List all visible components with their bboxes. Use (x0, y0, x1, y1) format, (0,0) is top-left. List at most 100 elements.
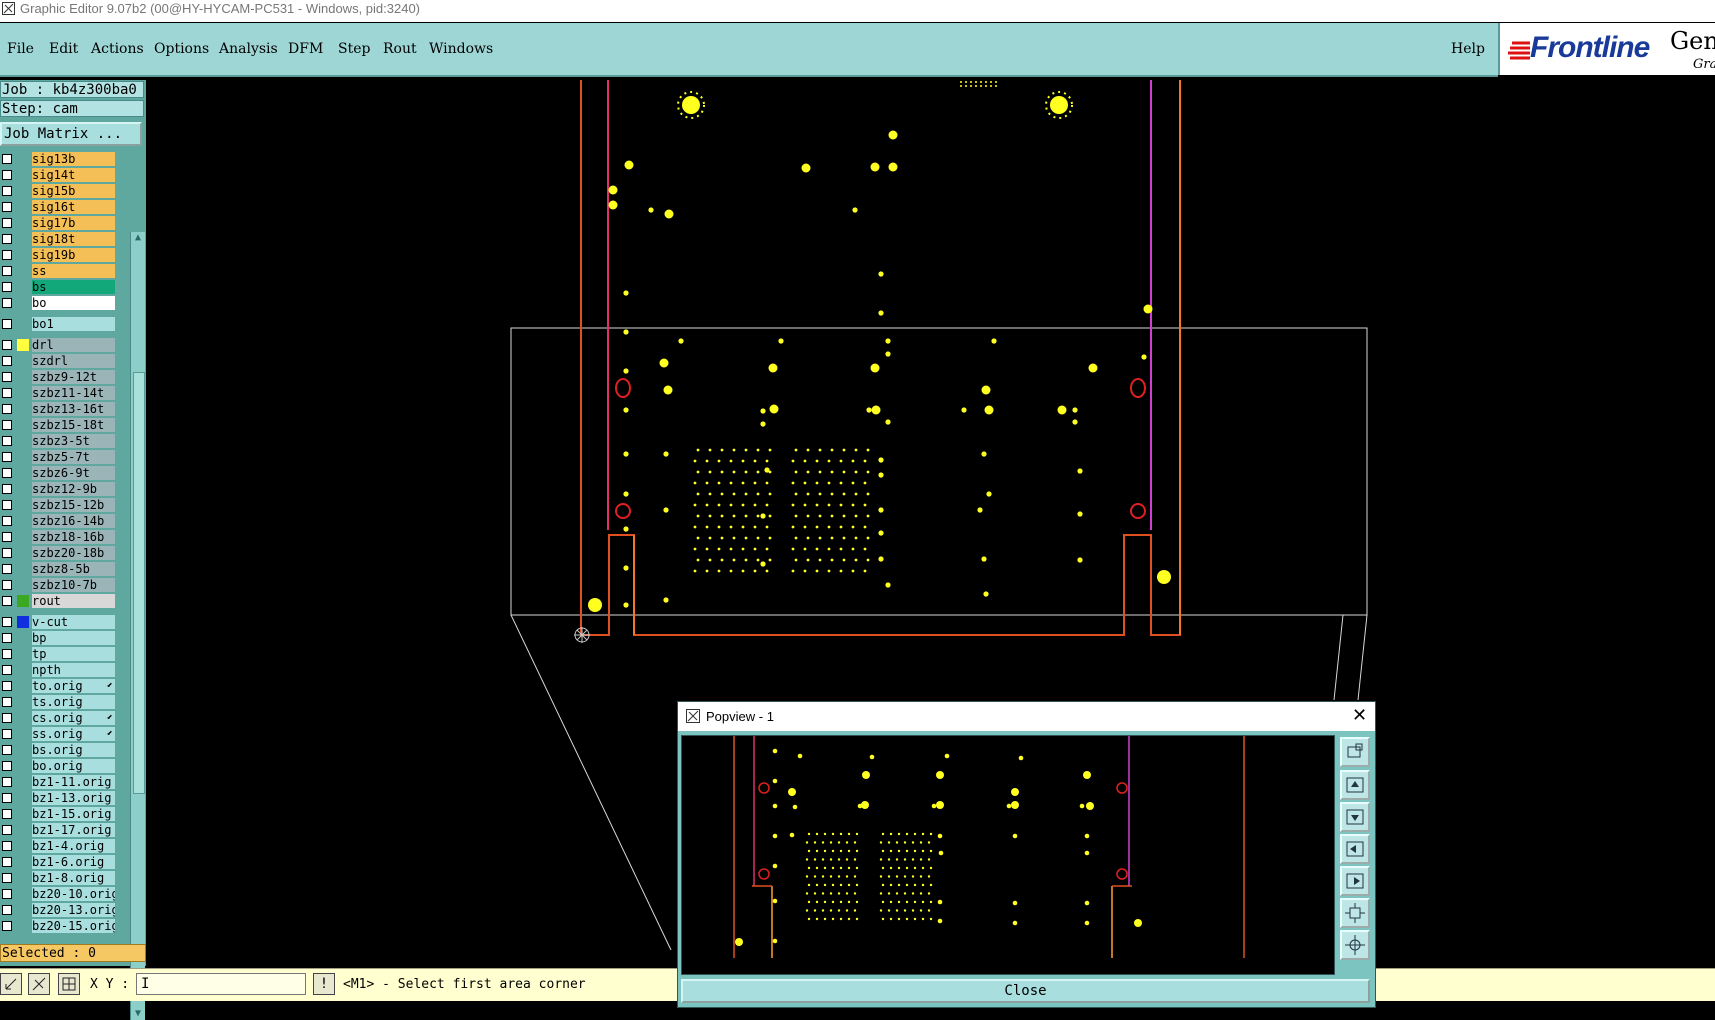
layer-row[interactable]: npth (0, 663, 116, 677)
close-icon[interactable]: ✕ (1352, 705, 1367, 726)
popview-fit-icon[interactable] (1340, 898, 1370, 928)
layer-name[interactable]: sig14t (32, 168, 115, 182)
layer-color-swatch[interactable] (17, 265, 29, 277)
layer-color-swatch[interactable] (17, 856, 29, 868)
layer-checkbox[interactable] (2, 234, 12, 244)
layer-checkbox[interactable] (2, 154, 12, 164)
menu-windows[interactable]: Windows (429, 41, 493, 57)
layer-name[interactable]: szbz5-7t (32, 450, 115, 464)
layer-color-swatch[interactable] (17, 467, 29, 479)
layer-color-swatch[interactable] (17, 888, 29, 900)
layer-color-swatch[interactable] (17, 531, 29, 543)
layer-name[interactable]: sig17b (32, 216, 115, 230)
layer-checkbox[interactable] (2, 356, 12, 366)
layer-color-swatch[interactable] (17, 579, 29, 591)
layer-color-swatch[interactable] (17, 387, 29, 399)
layer-row[interactable]: sig19b (0, 248, 116, 262)
layer-checkbox[interactable] (2, 857, 12, 867)
menu-dfm[interactable]: DFM (288, 41, 323, 57)
layer-checkbox[interactable] (2, 319, 12, 329)
layer-color-swatch[interactable] (17, 712, 29, 724)
layer-row[interactable]: to.orig ⬋ (0, 679, 116, 693)
popview-pan-right-icon[interactable] (1340, 866, 1370, 896)
layer-name[interactable]: szbz13-16t (32, 402, 115, 416)
layer-color-swatch[interactable] (17, 281, 29, 293)
layer-name[interactable]: drl (32, 338, 115, 352)
layer-name[interactable]: szbz10-7b (32, 578, 115, 592)
layer-name[interactable]: ts.orig (32, 695, 115, 709)
layer-row[interactable]: szbz9-12t (0, 370, 116, 384)
menu-help[interactable]: Help (1451, 41, 1485, 57)
layer-color-swatch[interactable] (17, 318, 29, 330)
layer-row[interactable]: szbz6-9t (0, 466, 116, 480)
layer-name[interactable]: bp (32, 631, 115, 645)
layer-checkbox[interactable] (2, 761, 12, 771)
layer-color-swatch[interactable] (17, 153, 29, 165)
layer-color-swatch[interactable] (17, 403, 29, 415)
layer-checkbox[interactable] (2, 298, 12, 308)
layer-color-swatch[interactable] (17, 339, 29, 351)
layer-name[interactable]: szbz9-12t (32, 370, 115, 384)
job-matrix-button[interactable]: Job Matrix ... (0, 122, 142, 146)
layer-name[interactable]: sig16t (32, 200, 115, 214)
layer-name[interactable]: bo.orig (32, 759, 115, 773)
layer-name[interactable]: bo (32, 296, 115, 310)
layer-name[interactable]: bz1-15.orig (32, 807, 115, 821)
layer-checkbox[interactable] (2, 745, 12, 755)
layer-name[interactable]: szbz8-5b (32, 562, 115, 576)
layer-color-swatch[interactable] (17, 680, 29, 692)
layer-row[interactable]: sig18t (0, 232, 116, 246)
layer-row[interactable]: szbz8-5b (0, 562, 116, 576)
layer-row[interactable]: bs.orig (0, 743, 116, 757)
layer-checkbox[interactable] (2, 649, 12, 659)
layer-name[interactable]: cs.orig ⬋ (32, 711, 115, 725)
layer-name[interactable]: szbz16-14b (32, 514, 115, 528)
layer-row[interactable]: bz1-15.orig (0, 807, 116, 821)
layer-row[interactable]: sig15b (0, 184, 116, 198)
layer-checkbox[interactable] (2, 596, 12, 606)
layer-checkbox[interactable] (2, 793, 12, 803)
layer-row[interactable]: bs (0, 280, 116, 294)
layer-color-swatch[interactable] (17, 185, 29, 197)
popview-canvas[interactable] (681, 735, 1335, 975)
layer-row[interactable]: sig13b (0, 152, 116, 166)
popview-pan-up-icon[interactable] (1340, 770, 1370, 800)
layer-color-swatch[interactable] (17, 904, 29, 916)
popview-pan-left-icon[interactable] (1340, 834, 1370, 864)
layer-color-swatch[interactable] (17, 435, 29, 447)
layer-name[interactable]: ss.orig ⬋ (32, 727, 115, 741)
layer-row[interactable]: szbz5-7t (0, 450, 116, 464)
layer-row[interactable]: bz20-13.orig (0, 903, 116, 917)
layer-row[interactable]: bz20-10.orig (0, 887, 116, 901)
layer-checkbox[interactable] (2, 532, 12, 542)
layer-name[interactable]: sig19b (32, 248, 115, 262)
layer-name[interactable]: sig15b (32, 184, 115, 198)
menu-options[interactable]: Options (154, 41, 209, 57)
layer-name[interactable]: szdrl (32, 354, 115, 368)
layer-row[interactable]: bz1-6.orig (0, 855, 116, 869)
menu-rout[interactable]: Rout (383, 41, 417, 57)
layer-scrollbar[interactable]: ▲ ▼ (130, 232, 145, 1020)
layer-color-swatch[interactable] (17, 792, 29, 804)
menu-file[interactable]: File (7, 41, 34, 57)
layer-name[interactable]: ss (32, 264, 115, 278)
layer-checkbox[interactable] (2, 170, 12, 180)
layer-color-swatch[interactable] (17, 419, 29, 431)
layer-checkbox[interactable] (2, 202, 12, 212)
popview-zoom-icon[interactable] (1340, 737, 1370, 767)
layer-row[interactable]: szbz15-18t (0, 418, 116, 432)
popview-pan-down-icon[interactable] (1340, 802, 1370, 832)
layer-name[interactable]: sig13b (32, 152, 115, 166)
layer-row[interactable]: bz1-11.orig (0, 775, 116, 789)
layer-checkbox[interactable] (2, 404, 12, 414)
layer-name[interactable]: bz1-13.orig (32, 791, 115, 805)
layer-checkbox[interactable] (2, 484, 12, 494)
layer-row[interactable]: tp (0, 647, 116, 661)
layer-name[interactable]: npth (32, 663, 115, 677)
layer-checkbox[interactable] (2, 681, 12, 691)
layer-row[interactable]: drl (0, 338, 116, 352)
layer-color-swatch[interactable] (17, 483, 29, 495)
layer-name[interactable]: szbz15-18t (32, 418, 115, 432)
layer-checkbox[interactable] (2, 713, 12, 723)
layer-row[interactable]: ts.orig (0, 695, 116, 709)
